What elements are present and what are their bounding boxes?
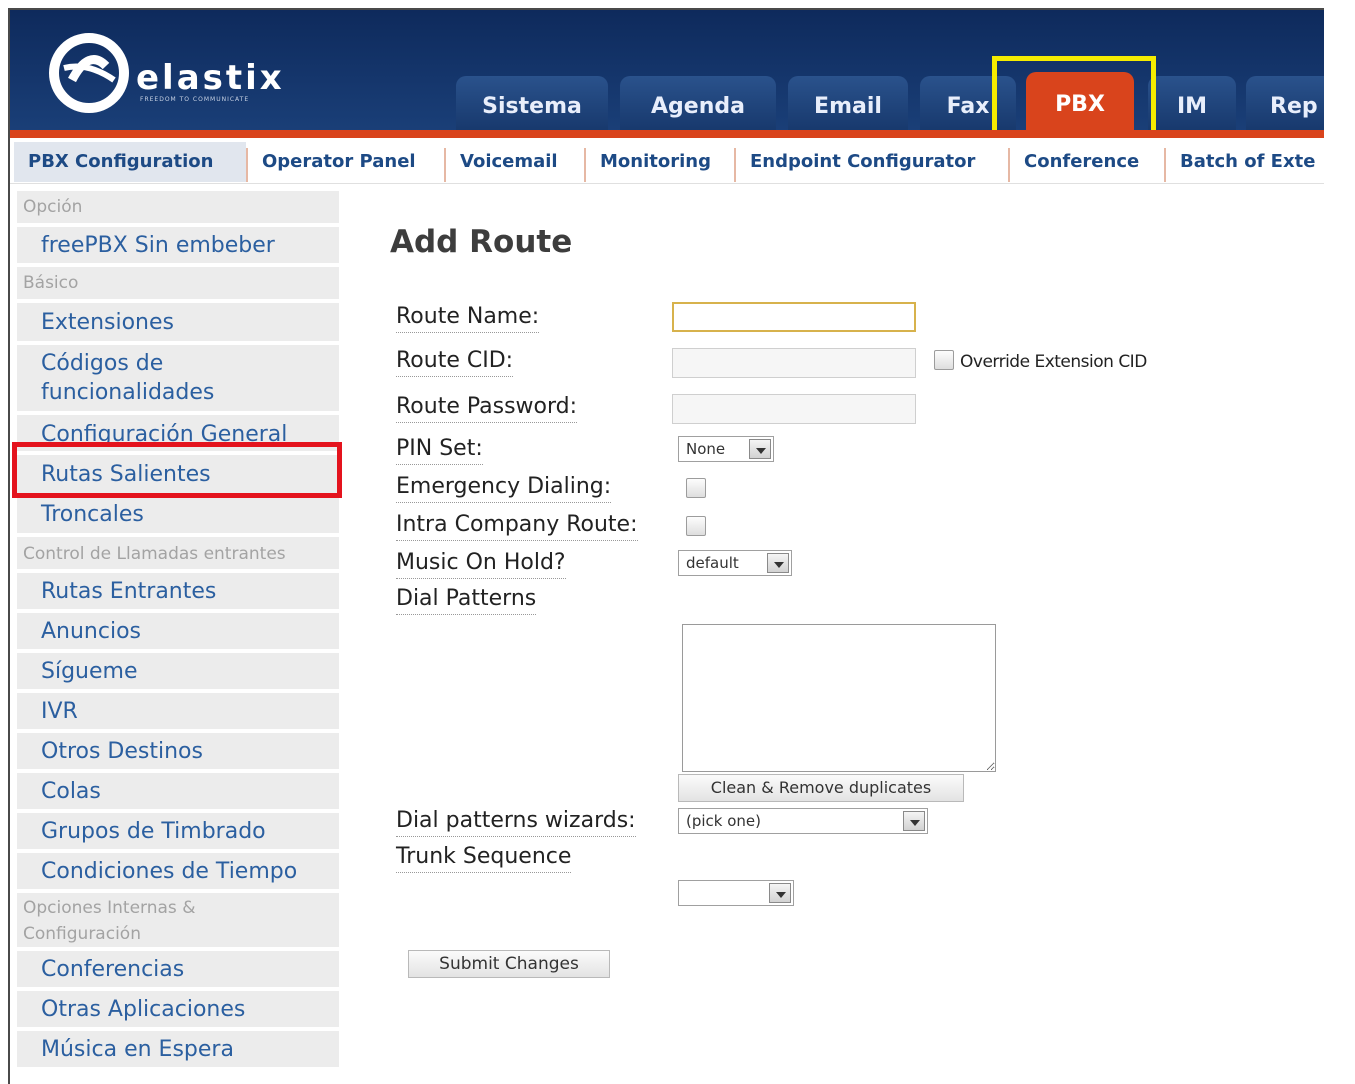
route-cid-input[interactable]: [672, 348, 916, 378]
sidebar-item-conferencias[interactable]: Conferencias: [16, 950, 340, 988]
intra-company-label: Intra Company Route:: [396, 510, 638, 541]
tab-reports[interactable]: Rep: [1246, 76, 1324, 132]
sidebar-item-anuncios[interactable]: Anuncios: [16, 612, 340, 650]
pin-set-select[interactable]: None: [678, 436, 774, 462]
dropdown-arrow-icon: [903, 811, 925, 831]
sidebar-item-condiciones-tiempo[interactable]: Condiciones de Tiempo: [16, 852, 340, 890]
emergency-dialing-checkbox[interactable]: [686, 478, 706, 498]
sidebar-heading-basico: Básico: [16, 266, 340, 300]
sidebar-heading-opciones-internas: Opciones Internas & Configuración: [16, 892, 340, 948]
browser-frame: elastix FREEDOM TO COMMUNICATE Sistema A…: [8, 8, 1324, 1084]
subtab-pbx-configuration[interactable]: PBX Configuration: [14, 142, 246, 182]
sidebar-item-otras-aplicaciones[interactable]: Otras Aplicaciones: [16, 990, 340, 1028]
dial-patterns-label: Dial Patterns: [396, 584, 537, 615]
dial-patterns-textarea[interactable]: [682, 624, 996, 772]
sidebar-item-musica-espera[interactable]: Música en Espera: [16, 1030, 340, 1068]
subtab-voicemail[interactable]: Voicemail: [446, 142, 584, 182]
submit-changes-button[interactable]: Submit Changes: [408, 950, 610, 978]
sidebar-heading-llamadas-entrantes: Control de Llamadas entrantes: [16, 536, 340, 570]
music-on-hold-select[interactable]: default: [678, 550, 792, 576]
dropdown-arrow-icon: [767, 553, 789, 573]
elastix-logo-icon: [49, 33, 129, 113]
sidebar-item-troncales[interactable]: Troncales: [16, 496, 340, 534]
dropdown-arrow-icon: [749, 439, 771, 459]
trunk-sequence-select[interactable]: [678, 880, 794, 906]
rutas-salientes-highlight: [12, 442, 342, 498]
music-on-hold-value: default: [686, 554, 739, 572]
logo-tagline: FREEDOM TO COMMUNICATE: [140, 96, 250, 103]
sidebar-item-extensiones[interactable]: Extensiones: [16, 302, 340, 342]
sidebar-item-colas[interactable]: Colas: [16, 772, 340, 810]
tab-email[interactable]: Email: [788, 76, 908, 132]
tab-im[interactable]: IM: [1148, 76, 1236, 132]
tab-agenda[interactable]: Agenda: [620, 76, 776, 132]
clean-remove-duplicates-button[interactable]: Clean & Remove duplicates: [678, 774, 964, 802]
route-password-label: Route Password:: [396, 392, 578, 423]
dial-patterns-wizards-label: Dial patterns wizards:: [396, 806, 636, 837]
route-password-input[interactable]: [672, 394, 916, 424]
add-route-form: Add Route Route Name: Route CID: Overrid…: [360, 190, 1320, 1080]
sidebar-item-otros-destinos[interactable]: Otros Destinos: [16, 732, 340, 770]
override-cid-label: Override Extension CID: [960, 352, 1147, 372]
header-accent-stripe: [10, 130, 1324, 138]
override-cid-checkbox[interactable]: [934, 350, 954, 370]
elastix-logo[interactable]: elastix FREEDOM TO COMMUNICATE: [44, 28, 314, 118]
app-header: elastix FREEDOM TO COMMUNICATE Sistema A…: [10, 10, 1324, 150]
subtab-operator-panel[interactable]: Operator Panel: [248, 142, 444, 182]
route-cid-label: Route CID:: [396, 346, 514, 377]
dial-patterns-wizards-value: (pick one): [686, 812, 762, 830]
page-title: Add Route: [390, 224, 573, 260]
dropdown-arrow-icon: [769, 883, 791, 903]
subtab-conference[interactable]: Conference: [1010, 142, 1164, 182]
tab-sistema[interactable]: Sistema: [456, 76, 608, 132]
logo-wordmark: elastix: [136, 58, 285, 98]
intra-company-checkbox[interactable]: [686, 516, 706, 536]
trunk-sequence-label: Trunk Sequence: [396, 842, 572, 873]
subtab-batch-of-extensions[interactable]: Batch of Exte: [1166, 142, 1324, 182]
pin-set-label: PIN Set:: [396, 434, 483, 465]
music-on-hold-label: Music On Hold?: [396, 548, 566, 579]
sidebar-item-ivr[interactable]: IVR: [16, 692, 340, 730]
sidebar-item-codigos[interactable]: Códigos de funcionalidades: [16, 344, 340, 412]
sidebar-item-sigueme[interactable]: Sígueme: [16, 652, 340, 690]
pbx-subnav: PBX Configuration Operator Panel Voicema…: [10, 138, 1324, 184]
sidebar-heading-opcion: Opción: [16, 190, 340, 224]
route-name-label: Route Name:: [396, 302, 540, 333]
subtab-monitoring[interactable]: Monitoring: [586, 142, 734, 182]
pin-set-value: None: [686, 440, 726, 458]
sidebar-item-grupos-timbrado[interactable]: Grupos de Timbrado: [16, 812, 340, 850]
dial-patterns-wizards-select[interactable]: (pick one): [678, 808, 928, 834]
emergency-dialing-label: Emergency Dialing:: [396, 472, 612, 503]
sidebar-item-rutas-entrantes[interactable]: Rutas Entrantes: [16, 572, 340, 610]
sidebar-item-freepbx[interactable]: freePBX Sin embeber: [16, 226, 340, 264]
route-name-input[interactable]: [672, 302, 916, 332]
subtab-endpoint-configurator[interactable]: Endpoint Configurator: [736, 142, 1008, 182]
